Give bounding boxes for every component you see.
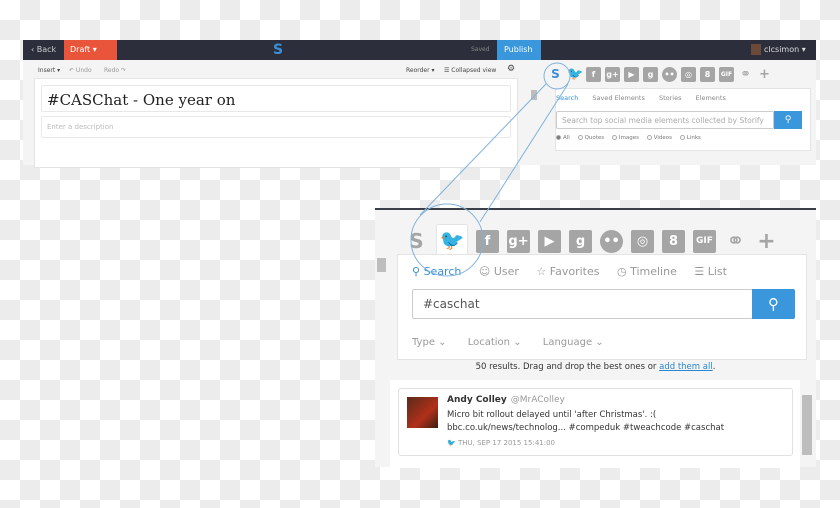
callout-circle-small bbox=[543, 62, 571, 90]
callout-circle-large bbox=[410, 203, 484, 277]
callout-line bbox=[419, 83, 547, 216]
callout-line bbox=[479, 83, 569, 223]
zoom-callout bbox=[410, 62, 571, 277]
